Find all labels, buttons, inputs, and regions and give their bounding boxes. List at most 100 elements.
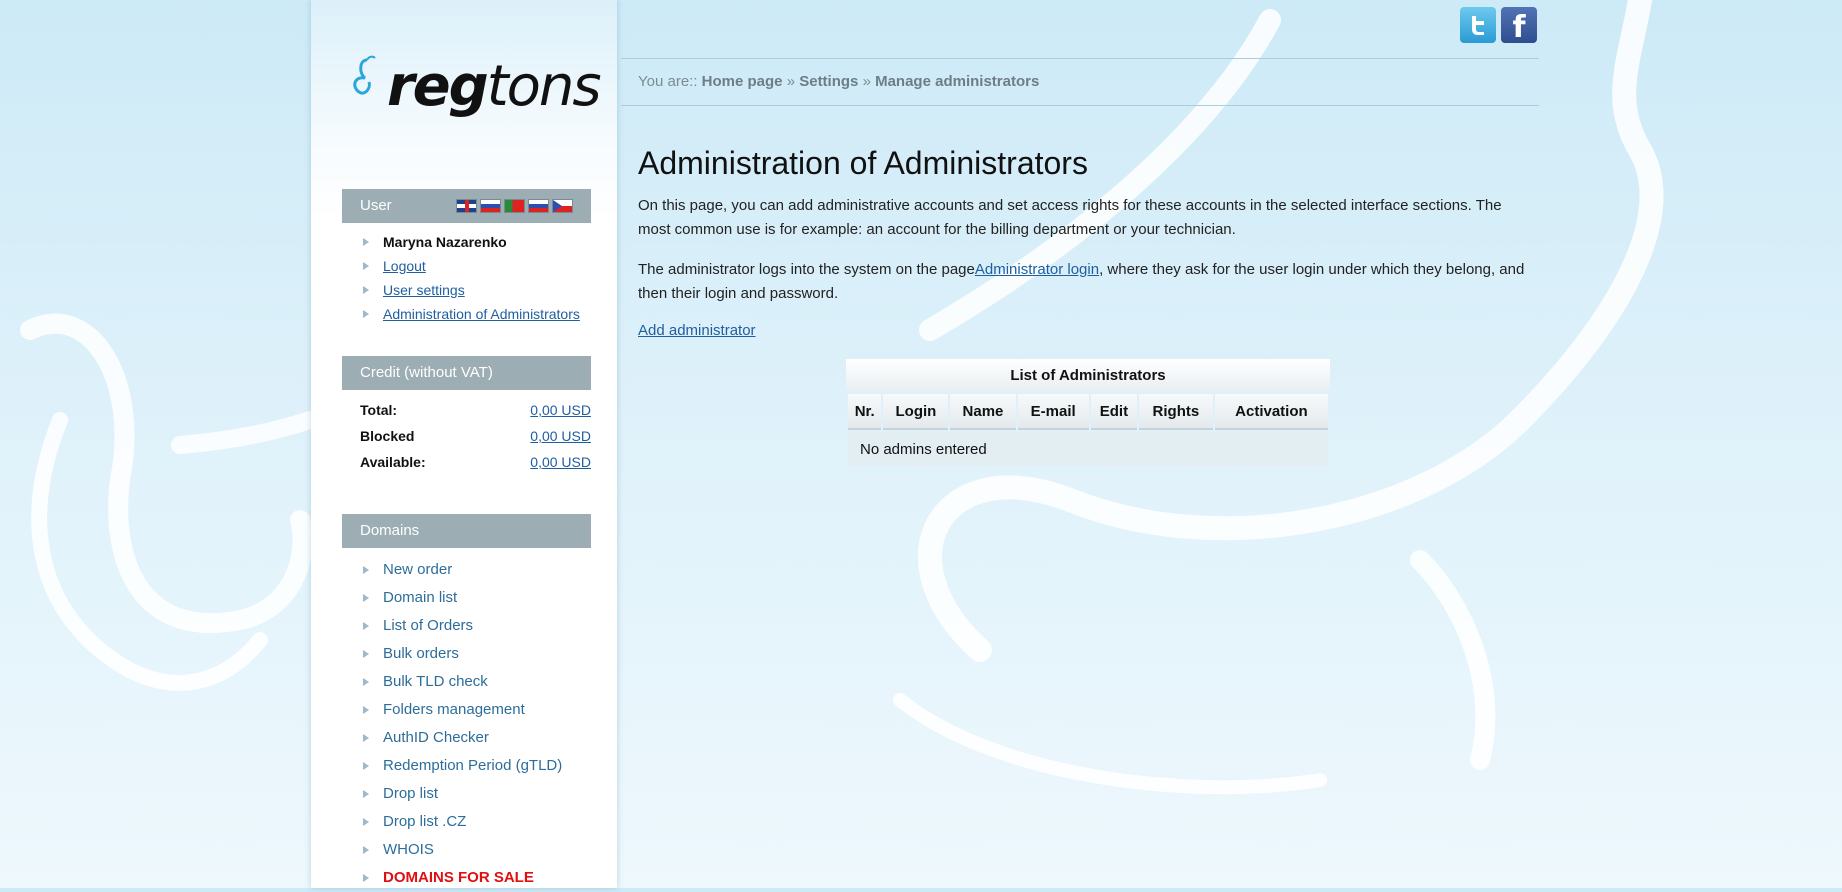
credit-row-blocked: Blocked 0,00 USD bbox=[360, 423, 591, 449]
bullet-icon bbox=[363, 622, 369, 630]
page-title: Administration of Administrators bbox=[638, 145, 1088, 181]
authid-checker-link[interactable]: AuthID Checker bbox=[383, 729, 489, 746]
administrators-table: List of Administrators Nr. Login Name E-… bbox=[846, 359, 1330, 468]
add-administrator-link[interactable]: Add administrator bbox=[638, 322, 756, 339]
credit-row-total: Total: 0,00 USD bbox=[360, 397, 591, 423]
sidebar-item-redemption-period: Redemption Period (gTLD) bbox=[342, 752, 562, 780]
whois-link[interactable]: WHOIS bbox=[383, 841, 434, 858]
bullet-icon bbox=[363, 594, 369, 602]
bullet-icon bbox=[363, 678, 369, 686]
bulk-orders-link[interactable]: Bulk orders bbox=[383, 645, 459, 662]
credit-panel-header: Credit (without VAT) bbox=[342, 356, 591, 390]
folders-management-link[interactable]: Folders management bbox=[383, 701, 525, 718]
sidebar-item-new-order: New order bbox=[342, 556, 562, 584]
sidebar-item-folders-management: Folders management bbox=[342, 696, 562, 724]
breadcrumb-separator: » bbox=[858, 73, 876, 90]
logo-bold: reg bbox=[387, 54, 489, 119]
credit-row-available: Available: 0,00 USD bbox=[360, 449, 591, 475]
administrator-login-link[interactable]: Administrator login bbox=[975, 261, 1099, 278]
column-edit: Edit bbox=[1090, 394, 1137, 430]
bullet-icon bbox=[363, 238, 369, 246]
logo-light: tons bbox=[486, 54, 602, 119]
twitter-icon[interactable] bbox=[1460, 7, 1496, 43]
flag-en-icon[interactable] bbox=[456, 199, 477, 213]
breadcrumb-home[interactable]: Home page bbox=[702, 73, 783, 90]
facebook-icon[interactable]: f bbox=[1501, 7, 1537, 45]
bullet-icon bbox=[363, 286, 369, 294]
credit-total-value[interactable]: 0,00 USD bbox=[530, 397, 591, 423]
logout-link[interactable]: Logout bbox=[383, 258, 426, 274]
logo[interactable]: regtons bbox=[345, 50, 602, 130]
bullet-icon bbox=[363, 566, 369, 574]
credit-panel-title: Credit (without VAT) bbox=[360, 364, 493, 381]
user-name: Maryna Nazarenko bbox=[383, 234, 507, 250]
flag-sk-icon[interactable] bbox=[528, 199, 549, 213]
user-panel-title: User bbox=[360, 197, 392, 214]
bullet-icon bbox=[363, 262, 369, 270]
bullet-icon bbox=[363, 818, 369, 826]
column-rights: Rights bbox=[1138, 394, 1213, 430]
bullet-icon bbox=[363, 874, 369, 882]
domains-for-sale-link[interactable]: DOMAINS FOR SALE bbox=[383, 869, 534, 886]
admin-of-admins-link[interactable]: Administration of Administrators bbox=[383, 306, 580, 322]
credit-label: Total: bbox=[360, 402, 398, 418]
column-activation: Activation bbox=[1214, 394, 1328, 430]
breadcrumb-current: Manage administrators bbox=[875, 73, 1040, 90]
breadcrumb-settings[interactable]: Settings bbox=[799, 73, 858, 90]
credit-available-value[interactable]: 0,00 USD bbox=[530, 449, 591, 475]
new-order-link[interactable]: New order bbox=[383, 561, 452, 578]
drop-list-link[interactable]: Drop list bbox=[383, 785, 438, 802]
flag-ru-icon[interactable] bbox=[480, 199, 501, 213]
domain-list-link[interactable]: Domain list bbox=[383, 589, 457, 606]
table-header-row: Nr. Login Name E-mail Edit Rights Activa… bbox=[848, 394, 1328, 430]
main-content: Administration of Administrators On this… bbox=[638, 140, 1538, 339]
bullet-icon bbox=[363, 310, 369, 318]
table-row: No admins entered bbox=[848, 432, 1328, 466]
breadcrumb-separator: » bbox=[782, 73, 800, 90]
sidebar-item-bulk-tld-check: Bulk TLD check bbox=[342, 668, 562, 696]
domains-menu: New order Domain list List of Orders Bul… bbox=[342, 556, 562, 892]
bullet-icon bbox=[363, 790, 369, 798]
twitter-glyph bbox=[1472, 16, 1484, 35]
credit-label: Blocked bbox=[360, 428, 415, 444]
bullet-icon bbox=[363, 734, 369, 742]
bullet-icon bbox=[363, 846, 369, 854]
bullet-icon bbox=[363, 762, 369, 770]
user-settings-link[interactable]: User settings bbox=[383, 282, 465, 298]
login-paragraph: The administrator logs into the system o… bbox=[638, 258, 1538, 306]
sidebar-item-whois: WHOIS bbox=[342, 836, 562, 864]
breadcrumb: You are:: Home page » Settings » Manage … bbox=[621, 58, 1539, 106]
intro-paragraph: On this page, you can add administrative… bbox=[638, 197, 1502, 238]
login-text-before: The administrator logs into the system o… bbox=[638, 261, 975, 278]
empty-message: No admins entered bbox=[848, 432, 1328, 466]
flag-cz-icon[interactable] bbox=[552, 199, 573, 213]
sidebar-item-list-of-orders: List of Orders bbox=[342, 612, 562, 640]
bulk-tld-check-link[interactable]: Bulk TLD check bbox=[383, 673, 488, 690]
sidebar-item-authid-checker: AuthID Checker bbox=[342, 724, 562, 752]
user-menu-item-logout: Logout bbox=[342, 254, 580, 278]
sidebar-item-drop-list-cz: Drop list .CZ bbox=[342, 808, 562, 836]
column-login: Login bbox=[883, 394, 949, 430]
list-of-orders-link[interactable]: List of Orders bbox=[383, 617, 473, 634]
column-name: Name bbox=[950, 394, 1016, 430]
domains-panel-title: Domains bbox=[360, 522, 420, 539]
drop-list-cz-link[interactable]: Drop list .CZ bbox=[383, 813, 466, 830]
user-menu-item-admins: Administration of Administrators bbox=[342, 302, 580, 326]
sidebar-item-domain-list: Domain list bbox=[342, 584, 562, 612]
sidebar-item-drop-list: Drop list bbox=[342, 780, 562, 808]
flag-pt-icon[interactable] bbox=[504, 199, 525, 213]
credit-blocked-value[interactable]: 0,00 USD bbox=[530, 423, 591, 449]
butterfly-icon bbox=[353, 55, 376, 95]
domains-panel-header: Domains bbox=[342, 514, 591, 548]
sidebar: regtons User Maryna Nazarenko Logout Use… bbox=[311, 0, 617, 888]
breadcrumb-prefix: You are:: bbox=[638, 73, 702, 90]
column-nr: Nr. bbox=[848, 394, 882, 430]
bullet-icon bbox=[363, 650, 369, 658]
user-name-item: Maryna Nazarenko bbox=[342, 230, 580, 254]
credit-label: Available: bbox=[360, 454, 426, 470]
column-email: E-mail bbox=[1017, 394, 1089, 430]
credit-summary: Total: 0,00 USD Blocked 0,00 USD Available… bbox=[360, 397, 591, 475]
logo-wordmark: regtons bbox=[387, 54, 602, 119]
redemption-period-link[interactable]: Redemption Period (gTLD) bbox=[383, 757, 562, 774]
facebook-glyph: f bbox=[1512, 10, 1526, 45]
